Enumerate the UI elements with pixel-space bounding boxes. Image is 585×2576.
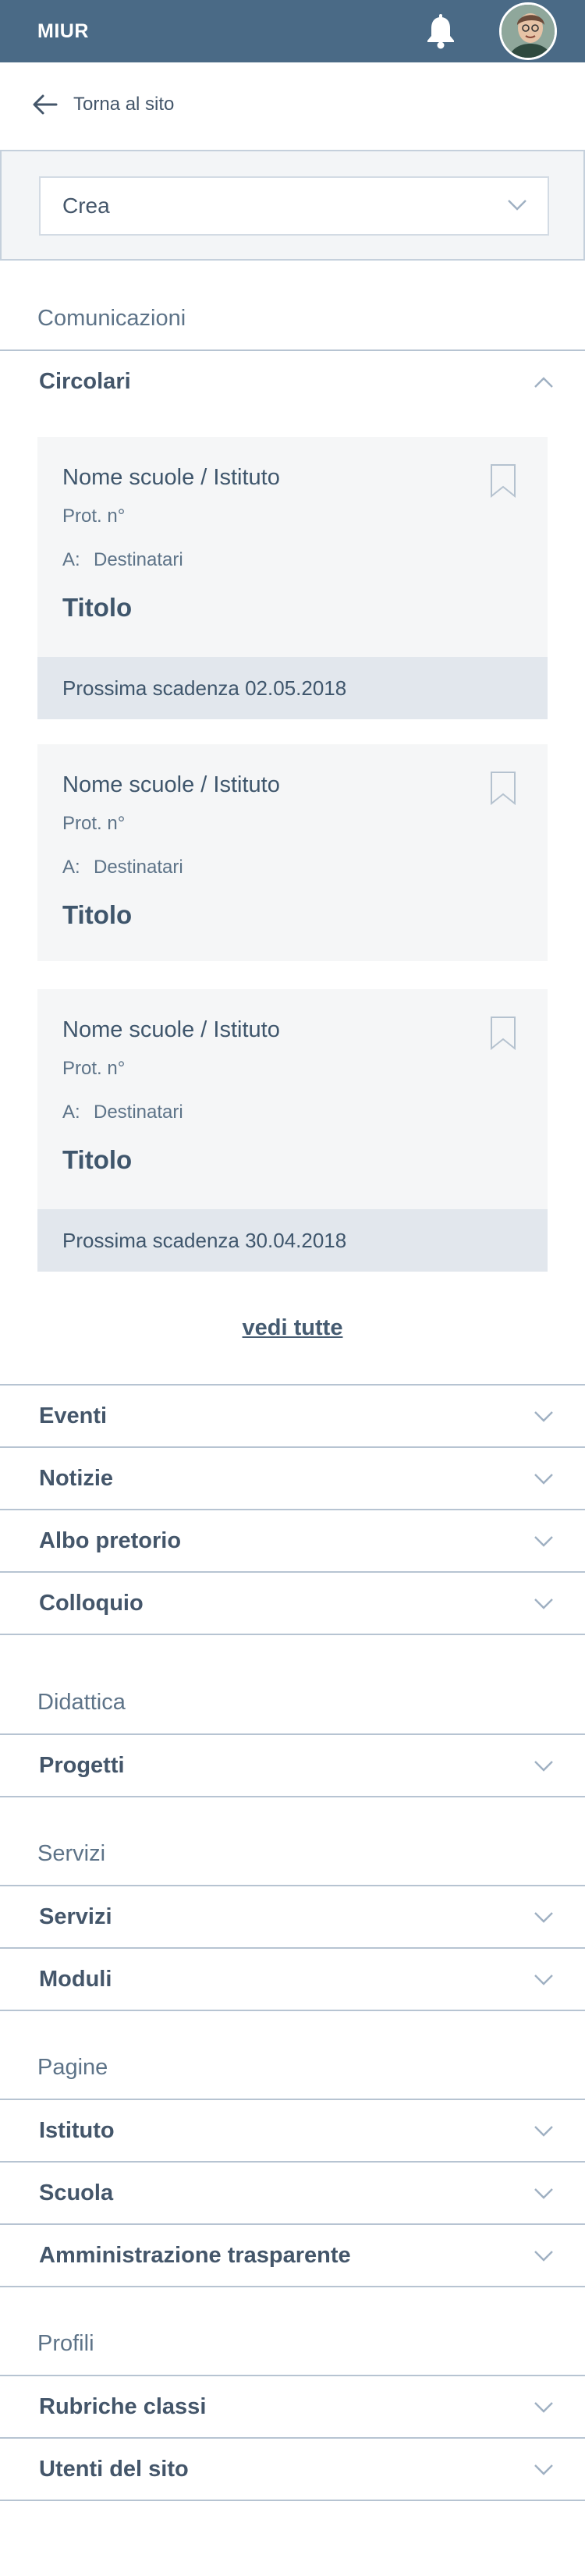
chevron-down-icon <box>534 2188 553 2199</box>
bookmark-icon[interactable] <box>490 771 516 805</box>
card-prot: Prot. n° <box>62 506 126 527</box>
chevron-down-icon <box>534 1536 553 1547</box>
accordion-label: Scuola <box>39 2180 114 2205</box>
chevron-down-icon <box>508 200 526 211</box>
card-prot: Prot. n° <box>62 1058 126 1079</box>
accordion-label: Istituto <box>39 2117 115 2143</box>
see-all-wrapper: vedi tutte <box>0 1315 585 1341</box>
accordion-label: Colloquio <box>39 1590 144 1616</box>
bookmark-icon[interactable] <box>490 1016 516 1050</box>
bell-icon[interactable] <box>421 12 460 51</box>
card-recipients: Destinatari <box>94 1102 183 1123</box>
section-title-didattica: Didattica <box>37 1690 126 1715</box>
chevron-up-icon <box>534 377 553 388</box>
accordion-label: Notizie <box>39 1465 114 1491</box>
card-school: Nome scuole / Istituto <box>62 465 280 490</box>
accordion-label: Servizi <box>39 1904 112 1929</box>
chevron-down-icon <box>534 2464 553 2475</box>
card-title: Titolo <box>62 593 133 622</box>
chevron-down-icon <box>534 1474 553 1485</box>
accordion-label: Eventi <box>39 1403 108 1428</box>
card-to-label: A: <box>62 549 80 570</box>
accordion-label: Utenti del sito <box>39 2456 189 2482</box>
card-school: Nome scuole / Istituto <box>62 772 280 797</box>
deadline-text: Prossima scadenza 02.05.2018 <box>62 676 347 700</box>
card-recipients: Destinatari <box>94 549 183 570</box>
card-title: Titolo <box>62 900 133 929</box>
circolare-card[interactable]: Nome scuole / Istituto Prot. n° A: Desti… <box>37 437 548 657</box>
chevron-down-icon <box>534 2402 553 2413</box>
section-title-profili: Profili <box>37 2331 94 2356</box>
accordion-istituto[interactable]: Istituto <box>0 2099 585 2161</box>
accordion-albo-pretorio[interactable]: Albo pretorio <box>0 1509 585 1571</box>
circolare-card[interactable]: Nome scuole / Istituto Prot. n° A: Desti… <box>37 744 548 961</box>
accordion-colloquio[interactable]: Colloquio <box>0 1571 585 1635</box>
back-label: Torna al sito <box>73 94 175 115</box>
chevron-down-icon <box>534 1411 553 1422</box>
accordion-servizi[interactable]: Servizi <box>0 1885 585 1947</box>
chevron-down-icon <box>534 1975 553 1985</box>
card-to-label: A: <box>62 857 80 878</box>
accordion-eventi[interactable]: Eventi <box>0 1384 585 1446</box>
card-to-label: A: <box>62 1102 80 1123</box>
accordion-rubriche-classi[interactable]: Rubriche classi <box>0 2375 585 2437</box>
see-all-link[interactable]: vedi tutte <box>243 1315 343 1340</box>
chevron-down-icon <box>534 2126 553 2137</box>
accordion-utenti-del-sito[interactable]: Utenti del sito <box>0 2437 585 2501</box>
card-school: Nome scuole / Istituto <box>62 1017 280 1042</box>
back-to-site-link[interactable]: Torna al sito <box>30 87 174 122</box>
accordion-moduli[interactable]: Moduli <box>0 1947 585 2011</box>
accordion-label: Circolari <box>39 368 131 394</box>
card-deadline: Prossima scadenza 02.05.2018 <box>37 657 548 719</box>
circolare-card[interactable]: Nome scuole / Istituto Prot. n° A: Desti… <box>37 989 548 1209</box>
chevron-down-icon <box>534 1598 553 1609</box>
chevron-down-icon <box>534 1912 553 1923</box>
card-title: Titolo <box>62 1145 133 1174</box>
accordion-amministrazione-trasparente[interactable]: Amministrazione trasparente <box>0 2223 585 2287</box>
accordion-label: Moduli <box>39 1966 112 1992</box>
chevron-down-icon <box>534 2251 553 2262</box>
bookmark-icon[interactable] <box>490 463 516 498</box>
accordion-progetti[interactable]: Progetti <box>0 1733 585 1797</box>
card-prot: Prot. n° <box>62 813 126 834</box>
arrow-left-icon <box>33 94 58 115</box>
deadline-text: Prossima scadenza 30.04.2018 <box>62 1228 347 1252</box>
create-panel: Crea <box>0 150 585 261</box>
card-deadline: Prossima scadenza 30.04.2018 <box>37 1209 548 1272</box>
chevron-down-icon <box>534 1761 553 1772</box>
accordion-label: Amministrazione trasparente <box>39 2242 351 2268</box>
accordion-circolari[interactable]: Circolari <box>0 349 585 412</box>
section-title-pagine: Pagine <box>37 2055 108 2080</box>
section-title-comunicazioni: Comunicazioni <box>37 306 186 331</box>
section-title-servizi: Servizi <box>37 1841 106 1866</box>
create-select-label: Crea <box>62 193 110 218</box>
accordion-label: Albo pretorio <box>39 1528 182 1553</box>
top-bar: MIUR <box>0 0 585 62</box>
accordion-notizie[interactable]: Notizie <box>0 1446 585 1509</box>
accordion-label: Rubriche classi <box>39 2393 207 2419</box>
card-recipients: Destinatari <box>94 857 183 878</box>
accordion-label: Progetti <box>39 1752 125 1778</box>
create-select[interactable]: Crea <box>39 176 549 236</box>
user-avatar[interactable] <box>499 2 557 60</box>
accordion-scuola[interactable]: Scuola <box>0 2161 585 2223</box>
brand-logo[interactable]: MIUR <box>37 20 89 43</box>
